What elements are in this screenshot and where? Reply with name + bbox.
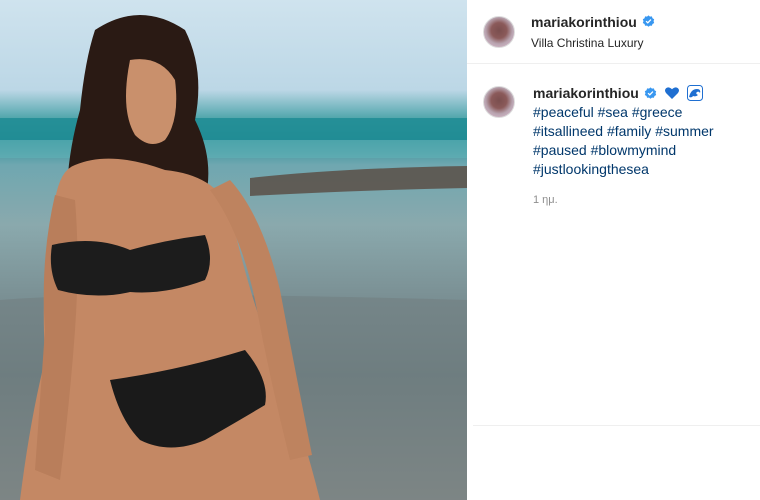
author-username-link[interactable]: mariakorinthiou: [531, 14, 637, 30]
hashtag-link[interactable]: #sea: [598, 104, 628, 120]
hashtag-link[interactable]: #peaceful: [533, 104, 594, 120]
hashtag-link[interactable]: #justlookingthesea: [533, 161, 649, 177]
post-photo[interactable]: [0, 0, 467, 500]
caption-avatar[interactable]: [483, 86, 515, 118]
author-avatar[interactable]: [483, 15, 515, 48]
verified-badge-icon: [644, 87, 656, 99]
post-side-panel: mariakorinthiou Villa Christina Luxury m…: [467, 0, 760, 500]
post-header: mariakorinthiou Villa Christina Luxury: [467, 0, 760, 64]
wave-icon: [686, 85, 703, 101]
hashtag-link[interactable]: #summer: [655, 123, 713, 139]
hashtag-link[interactable]: #blowmymind: [591, 142, 677, 158]
post-timestamp[interactable]: 1 ημ.: [533, 191, 753, 210]
caption-comment: mariakorinthiou #peaceful #sea #greece #…: [483, 84, 753, 210]
divider: [473, 425, 760, 426]
blue-heart-icon: [664, 87, 679, 99]
hashtag-link[interactable]: #itsallineed: [533, 123, 603, 139]
location-link[interactable]: Villa Christina Luxury: [531, 36, 655, 50]
hashtag-link[interactable]: #paused: [533, 142, 587, 158]
verified-badge-icon: [642, 15, 654, 27]
caption-username-link[interactable]: mariakorinthiou: [533, 84, 639, 103]
hashtag-link[interactable]: #greece: [632, 104, 683, 120]
beach-photo-illustration: [0, 15, 467, 500]
hashtag-link[interactable]: #family: [607, 123, 651, 139]
